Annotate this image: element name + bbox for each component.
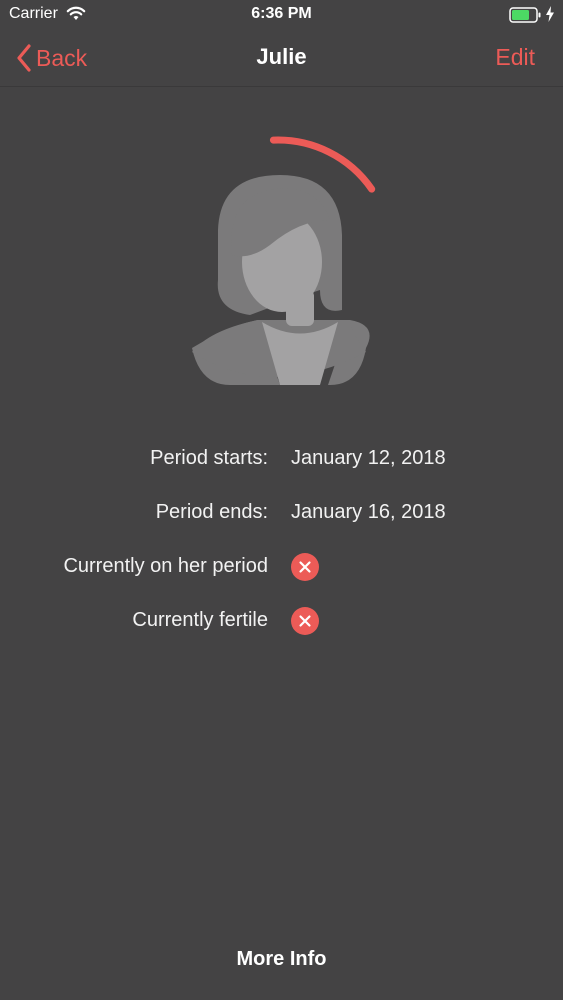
period-ends-label: Period ends: [155,501,268,523]
status-time: 6:36 PM [251,5,312,22]
on-period-label: Currently on her period [63,555,268,577]
fertile-label: Currently fertile [132,609,268,631]
on-period-row: Currently on her period [0,552,563,582]
period-ends-row: Period ends: January 16, 2018 [0,498,563,528]
period-starts-label: Period starts: [150,447,268,469]
charging-bolt-icon [546,6,554,22]
more-info-button[interactable]: More Info [0,948,563,971]
status-bar: Carrier 6:36 PM [0,0,563,30]
battery-icon [509,7,541,23]
navigation-bar: Back Julie Edit [0,30,563,87]
period-starts-value: January 12, 2018 [291,447,446,469]
period-ends-value: January 16, 2018 [291,501,446,523]
edit-button[interactable]: Edit [495,44,535,71]
x-icon [291,607,319,635]
x-icon [291,553,319,581]
page-title: Julie [256,44,307,69]
cycle-progress-arc [269,136,376,193]
profile-avatar [170,130,430,390]
fertile-row: Currently fertile [0,606,563,636]
period-starts-row: Period starts: January 12, 2018 [0,444,563,474]
